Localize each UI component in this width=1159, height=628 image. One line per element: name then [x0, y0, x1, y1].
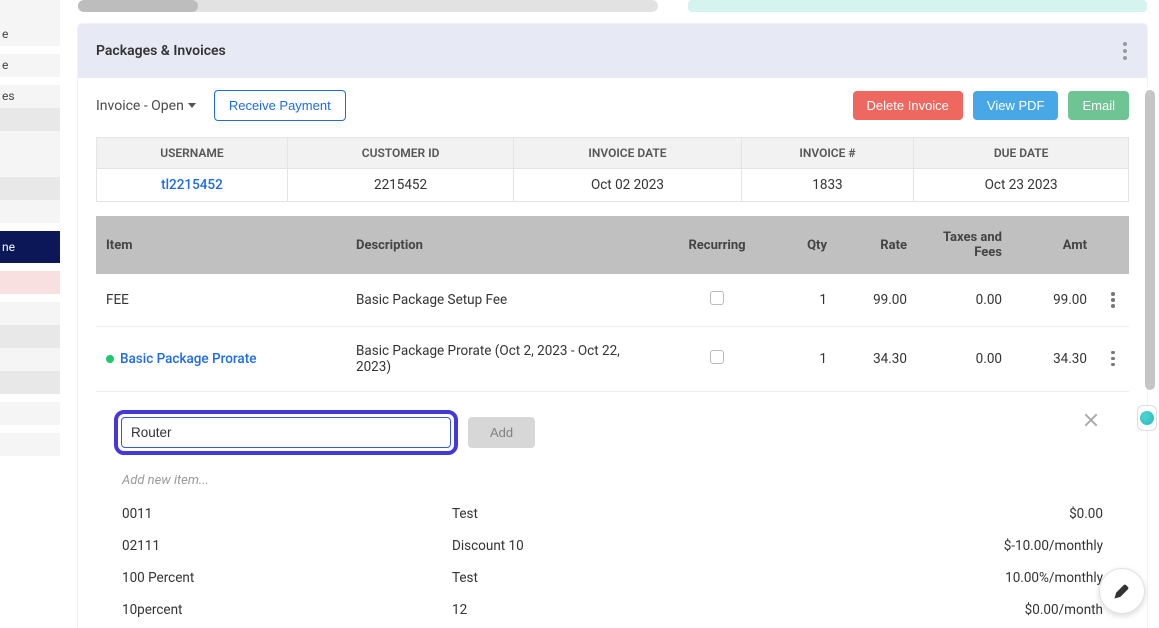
item-amt: 99.00: [1012, 274, 1097, 326]
help-fab[interactable]: [1099, 568, 1145, 614]
section-title: Packages & Invoices: [96, 43, 226, 59]
sidebar-item[interactable]: [0, 302, 60, 325]
suggestion-desc: Test: [452, 570, 973, 586]
sidebar-item[interactable]: [0, 271, 60, 294]
table-row: FEEBasic Package Setup Fee199.000.0099.0…: [96, 274, 1129, 326]
sidebar-item-label: e: [0, 54, 60, 77]
pen-icon: [1112, 581, 1132, 601]
item-taxes: 0.00: [917, 326, 1012, 391]
col-invoice-date: INVOICE DATE: [514, 138, 741, 169]
sidebar-item[interactable]: [0, 402, 60, 425]
item-rate: 34.30: [837, 326, 917, 391]
item-qty: 1: [767, 274, 837, 326]
suggestion-price: $0.00: [973, 506, 1103, 522]
sidebar-item[interactable]: [0, 177, 60, 200]
col-description: Description: [346, 216, 667, 274]
view-pdf-button[interactable]: View PDF: [973, 91, 1059, 120]
add-item-button[interactable]: Add: [468, 417, 535, 448]
left-sidebar: e e es ne: [0, 0, 60, 628]
sidebar-item-active[interactable]: ne: [0, 231, 60, 263]
row-menu-icon[interactable]: [1109, 290, 1117, 310]
col-username: USERNAME: [97, 138, 288, 169]
suggestion-desc: 12: [452, 602, 973, 618]
invoice-meta-table: USERNAME CUSTOMER ID INVOICE DATE INVOIC…: [96, 137, 1129, 202]
col-customer-id: CUSTOMER ID: [287, 138, 513, 169]
invoice-date-value: Oct 02 2023: [514, 169, 741, 202]
receive-payment-button[interactable]: Receive Payment: [214, 90, 346, 121]
add-item-search-input[interactable]: [121, 417, 451, 448]
item-description: Basic Package Prorate (Oct 2, 2023 - Oct…: [346, 326, 667, 391]
customer-id-value: 2215452: [287, 169, 513, 202]
sidebar-item-label: e: [0, 23, 60, 46]
vertical-scrollbar[interactable]: [1145, 0, 1155, 460]
col-due-date: DUE DATE: [914, 138, 1129, 169]
col-qty: Qty: [767, 216, 837, 274]
suggestion-row[interactable]: 02111Discount 10$-10.00/monthly: [114, 530, 1111, 562]
sidebar-item[interactable]: [0, 200, 60, 223]
col-invoice-no: INVOICE #: [741, 138, 914, 169]
col-recurring: Recurring: [667, 216, 767, 274]
item-taxes: 0.00: [917, 274, 1012, 326]
sidebar-item-label: ne: [0, 231, 60, 263]
sidebar-item[interactable]: [0, 433, 60, 456]
row-menu-icon[interactable]: [1109, 349, 1117, 369]
horizontal-scrollbar[interactable]: [78, 0, 658, 12]
item-qty: 1: [767, 326, 837, 391]
table-row: Basic Package Prorate Basic Package Prora…: [96, 326, 1129, 391]
suggestion-price: $0.00/month: [973, 602, 1103, 618]
delete-invoice-button[interactable]: Delete Invoice: [853, 91, 963, 120]
suggestion-desc: Discount 10: [452, 538, 973, 554]
suggestion-code: 10percent: [122, 602, 452, 618]
item-amt: 34.30: [1012, 326, 1097, 391]
item-description: Basic Package Setup Fee: [346, 274, 667, 326]
sidebar-item[interactable]: [0, 325, 60, 348]
suggestion-desc: Test: [452, 506, 973, 522]
invoice-items-table: Item Description Recurring Qty Rate Taxe…: [96, 216, 1129, 392]
col-item: Item: [96, 216, 346, 274]
close-icon[interactable]: [1083, 412, 1099, 428]
col-amt: Amt: [1012, 216, 1097, 274]
item-name: FEE: [106, 292, 129, 308]
suggestion-price: $-10.00/monthly: [973, 538, 1103, 554]
sidebar-item[interactable]: [0, 0, 60, 23]
sidebar-item[interactable]: [0, 154, 60, 177]
chevron-down-icon: [188, 103, 196, 108]
item-name-link[interactable]: Basic Package Prorate: [120, 351, 256, 367]
invoice-no-value: 1833: [741, 169, 914, 202]
due-date-value: Oct 23 2023: [914, 169, 1129, 202]
invoice-state-label: Invoice - Open: [96, 98, 184, 114]
suggestion-price: 10.00%/monthly: [973, 570, 1103, 586]
sidebar-item[interactable]: [0, 108, 60, 131]
suggestion-row[interactable]: 0011Test$0.00: [114, 498, 1111, 530]
email-button[interactable]: Email: [1068, 91, 1129, 120]
sidebar-item[interactable]: [0, 131, 60, 154]
sidebar-item[interactable]: e: [0, 54, 60, 77]
suggestion-header: Add new item...: [122, 473, 1111, 488]
section-menu-icon[interactable]: [1121, 38, 1129, 64]
recurring-checkbox[interactable]: [710, 291, 724, 305]
status-dot-icon: [106, 355, 114, 363]
sidebar-item[interactable]: [0, 348, 60, 371]
recurring-checkbox[interactable]: [710, 350, 724, 364]
suggestion-code: 02111: [122, 538, 452, 554]
sidebar-item[interactable]: [0, 371, 60, 394]
suggestion-row[interactable]: 100 PercentTest10.00%/monthly: [114, 562, 1111, 594]
sidebar-item-label: es: [0, 85, 60, 108]
sidebar-item[interactable]: e: [0, 23, 60, 46]
sidebar-item[interactable]: es: [0, 85, 60, 108]
assistant-bubble-icon[interactable]: [1137, 405, 1157, 431]
add-item-panel: Add Add new item... 0011Test$0.0002111Di…: [96, 392, 1129, 628]
col-rate: Rate: [837, 216, 917, 274]
invoice-state-dropdown[interactable]: Invoice - Open: [96, 98, 196, 114]
suggestion-code: 100 Percent: [122, 570, 452, 586]
username-link[interactable]: tl2215452: [97, 169, 288, 202]
packages-invoices-card: Packages & Invoices Invoice - Open Recei…: [78, 24, 1147, 628]
col-taxes: Taxes and Fees: [917, 216, 1012, 274]
suggestion-code: 0011: [122, 506, 452, 522]
item-rate: 99.00: [837, 274, 917, 326]
suggestion-row[interactable]: 10percent12$0.00/month: [114, 594, 1111, 626]
info-banner: [688, 0, 1147, 12]
